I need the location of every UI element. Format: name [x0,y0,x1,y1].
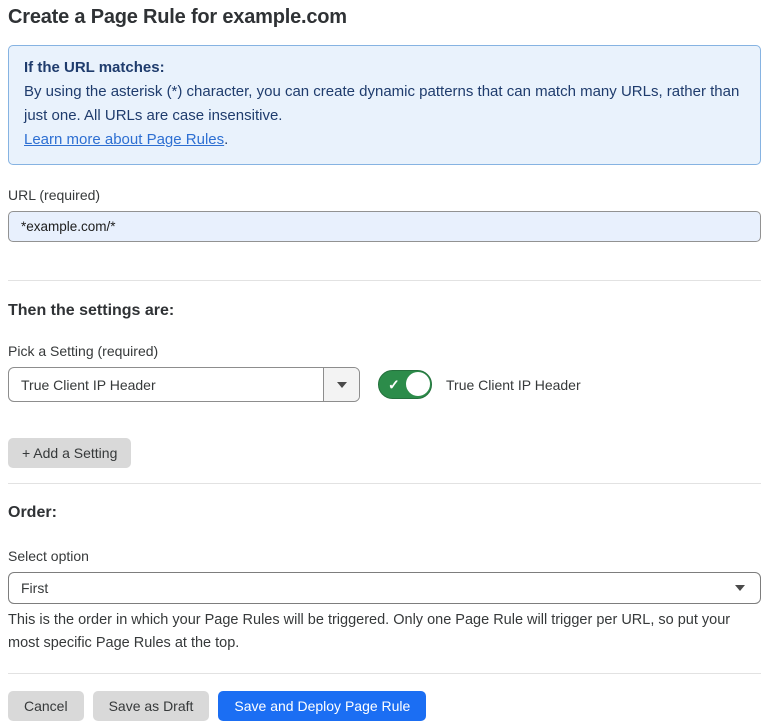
learn-more-link[interactable]: Learn more about Page Rules [24,131,224,148]
order-select-value: First [9,573,735,603]
settings-section-heading: Then the settings are: [8,302,761,320]
info-box-link-line: Learn more about Page Rules. [24,128,745,152]
order-select-arrow [735,573,760,603]
dropdown-arrow-button[interactable] [323,368,359,401]
toggle-knob [406,372,430,396]
order-help-text: This is the order in which your Page Rul… [8,609,753,655]
form-actions: Cancel Save as Draft Save and Deploy Pag… [8,691,761,721]
setting-select[interactable]: True Client IP Header [8,367,360,402]
section-divider [8,280,761,281]
order-select[interactable]: First [8,572,761,604]
order-select-label: Select option [8,548,761,564]
info-box-heading: If the URL matches: [24,56,745,80]
chevron-down-icon [735,585,745,591]
page-title: Create a Page Rule for example.com [8,6,761,29]
pick-setting-label: Pick a Setting (required) [8,343,761,359]
link-suffix: . [224,131,228,148]
add-setting-button[interactable]: + Add a Setting [8,438,131,468]
check-icon: ✓ [388,377,400,391]
setting-row: True Client IP Header ✓ True Client IP H… [8,367,761,402]
setting-toggle-group: ✓ True Client IP Header [378,370,581,399]
section-divider [8,483,761,484]
url-match-info-box: If the URL matches: By using the asteris… [8,45,761,165]
chevron-down-icon [337,382,347,388]
page-rule-form: Create a Page Rule for example.com If th… [0,0,769,721]
url-input[interactable] [8,211,761,242]
setting-toggle-label: True Client IP Header [446,377,581,393]
save-and-deploy-button[interactable]: Save and Deploy Page Rule [218,691,426,721]
order-section-heading: Order: [8,504,761,522]
setting-select-value: True Client IP Header [9,368,323,401]
setting-toggle[interactable]: ✓ [378,370,432,399]
cancel-button[interactable]: Cancel [8,691,84,721]
url-field-label: URL (required) [8,187,761,203]
save-as-draft-button[interactable]: Save as Draft [93,691,210,721]
info-box-body: By using the asterisk (*) character, you… [24,80,745,128]
footer-divider [8,673,761,674]
